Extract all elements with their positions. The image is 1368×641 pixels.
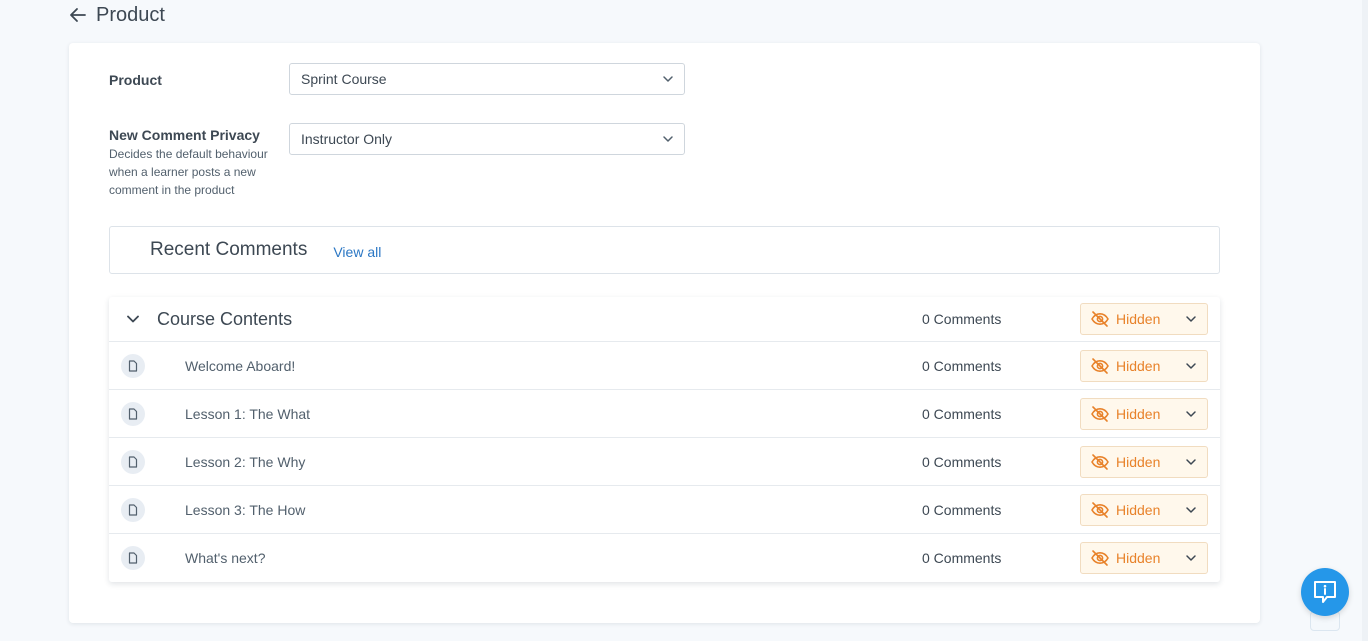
chevron-down-icon bbox=[663, 136, 673, 142]
comment-privacy-label: New Comment Privacy bbox=[109, 127, 260, 143]
comment-privacy-select[interactable]: Instructor Only bbox=[289, 123, 685, 155]
lesson-row: Lesson 2: The Why 0 Comments Hidden bbox=[109, 438, 1220, 486]
product-select-value: Sprint Course bbox=[301, 71, 387, 87]
comment-count: 0 Comments bbox=[922, 357, 1002, 374]
eye-off-icon bbox=[1091, 453, 1109, 470]
visibility-label: Hidden bbox=[1116, 550, 1161, 566]
visibility-label: Hidden bbox=[1116, 501, 1161, 518]
chevron-down-icon bbox=[1186, 555, 1196, 561]
visibility-dropdown[interactable]: Hidden bbox=[1080, 349, 1208, 382]
comment-count: 0 Comments bbox=[922, 405, 1002, 422]
comment-count: 0 Comments bbox=[922, 311, 1002, 327]
course-contents-header: Course Contents 0 Comments Hidden bbox=[109, 297, 1220, 342]
course-contents-list: Course Contents 0 Comments Hidden Welcom… bbox=[109, 297, 1220, 582]
document-icon bbox=[121, 401, 145, 426]
visibility-label: Hidden bbox=[1116, 453, 1161, 470]
document-icon bbox=[121, 353, 145, 378]
product-select[interactable]: Sprint Course bbox=[289, 63, 685, 95]
product-label: Product bbox=[109, 72, 162, 88]
chat-info-icon bbox=[1314, 581, 1336, 603]
chevron-down-icon bbox=[1186, 362, 1196, 369]
document-icon bbox=[121, 449, 145, 474]
chevron-down-icon bbox=[663, 76, 673, 82]
visibility-dropdown[interactable]: Hidden bbox=[1080, 303, 1208, 335]
visibility-dropdown[interactable]: Hidden bbox=[1080, 493, 1208, 526]
visibility-label: Hidden bbox=[1116, 311, 1161, 327]
product-field: Product Sprint Course bbox=[109, 63, 685, 95]
comment-count: 0 Comments bbox=[922, 453, 1002, 470]
eye-off-icon bbox=[1091, 357, 1109, 374]
page-title: Product bbox=[96, 3, 165, 26]
comment-privacy-field: New Comment Privacy Decides the default … bbox=[109, 123, 685, 199]
document-icon bbox=[121, 497, 145, 522]
help-chat-button[interactable] bbox=[1301, 568, 1349, 616]
lesson-row: What's next? 0 Comments Hidden bbox=[109, 534, 1220, 582]
lesson-title[interactable]: Lesson 3: The How bbox=[185, 502, 305, 518]
comment-count: 0 Comments bbox=[922, 550, 1002, 566]
comment-privacy-help: Decides the default behaviour when a lea… bbox=[109, 147, 268, 197]
eye-off-icon bbox=[1091, 311, 1109, 327]
chevron-down-icon bbox=[1186, 316, 1196, 322]
eye-off-icon bbox=[1091, 501, 1109, 518]
lesson-row: Lesson 1: The What 0 Comments Hidden bbox=[109, 390, 1220, 438]
section-title: Course Contents bbox=[157, 308, 293, 329]
chevron-down-icon[interactable] bbox=[125, 311, 141, 327]
chevron-down-icon bbox=[1186, 506, 1196, 513]
visibility-dropdown[interactable]: Hidden bbox=[1080, 542, 1208, 574]
document-icon bbox=[121, 546, 145, 570]
visibility-dropdown[interactable]: Hidden bbox=[1080, 445, 1208, 478]
chevron-down-icon bbox=[1186, 410, 1196, 417]
lesson-title[interactable]: What's next? bbox=[185, 550, 266, 566]
comment-privacy-select-value: Instructor Only bbox=[301, 131, 393, 147]
lesson-title[interactable]: Welcome Aboard! bbox=[185, 358, 295, 374]
lesson-title[interactable]: Lesson 1: The What bbox=[185, 406, 310, 422]
recent-comments-panel: Recent Comments View all bbox=[109, 226, 1220, 274]
page-scrollbar[interactable] bbox=[1362, 0, 1368, 641]
view-all-link[interactable]: View all bbox=[333, 244, 381, 260]
product-comments-card: Product Sprint Course New Comment Privac… bbox=[69, 43, 1260, 623]
recent-comments-title: Recent Comments bbox=[150, 239, 308, 260]
lesson-row: Welcome Aboard! 0 Comments Hidden bbox=[109, 342, 1220, 390]
page-header: Product bbox=[68, 0, 165, 30]
arrow-left-icon[interactable] bbox=[68, 5, 88, 25]
lesson-title[interactable]: Lesson 2: The Why bbox=[185, 454, 305, 470]
eye-off-icon bbox=[1091, 550, 1109, 566]
visibility-label: Hidden bbox=[1116, 357, 1161, 374]
eye-off-icon bbox=[1091, 405, 1109, 422]
visibility-dropdown[interactable]: Hidden bbox=[1080, 397, 1208, 430]
visibility-label: Hidden bbox=[1116, 405, 1161, 422]
chevron-down-icon bbox=[1186, 458, 1196, 465]
lesson-row: Lesson 3: The How 0 Comments Hidden bbox=[109, 486, 1220, 534]
comment-count: 0 Comments bbox=[922, 501, 1002, 518]
